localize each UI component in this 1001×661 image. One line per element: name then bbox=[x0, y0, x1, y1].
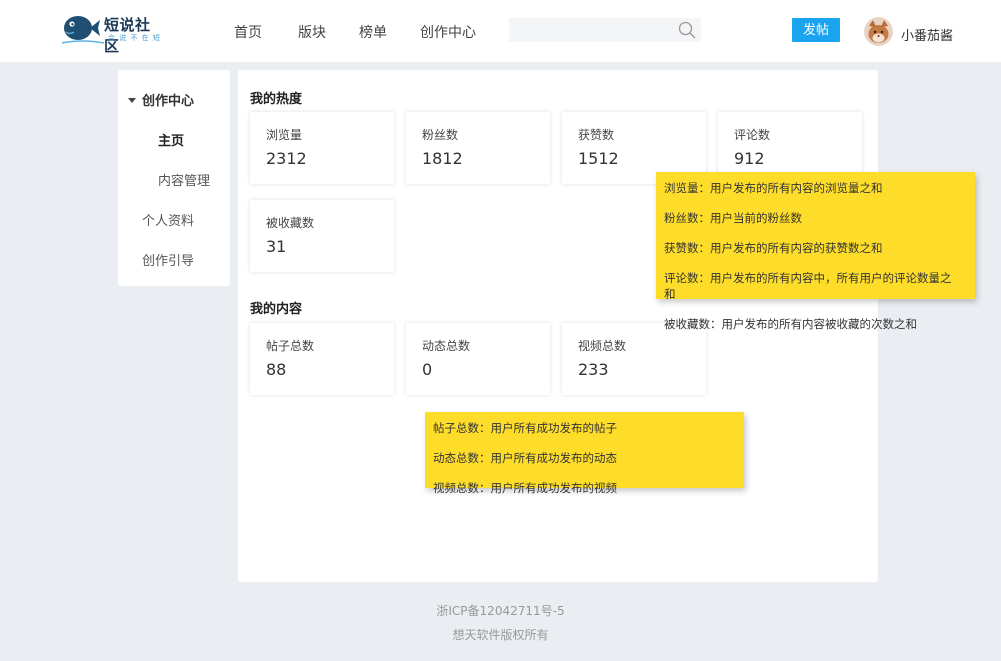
card-value: 1812 bbox=[422, 149, 463, 168]
sidebar-item-content-management[interactable]: 内容管理 bbox=[158, 170, 210, 189]
stat-card-views: 浏览量 2312 bbox=[250, 112, 394, 184]
note-line: 获赞数：用户发布的所有内容的获赞数之和 bbox=[664, 241, 883, 255]
search-input[interactable] bbox=[509, 18, 674, 42]
user-avatar-icon bbox=[864, 17, 893, 46]
content-section-title: 我的内容 bbox=[250, 302, 303, 317]
note-line: 被收藏数：用户发布的所有内容被收藏的次数之和 bbox=[664, 317, 917, 331]
note-line: 视频总数：用户所有成功发布的视频 bbox=[433, 481, 617, 495]
footer-copyright: 想天软件版权所有 bbox=[452, 628, 549, 642]
stat-card-posts: 帖子总数 88 bbox=[250, 323, 394, 395]
stat-card-fans: 粉丝数 1812 bbox=[406, 112, 550, 184]
card-value: 31 bbox=[266, 237, 287, 256]
note-line: 动态总数：用户所有成功发布的动态 bbox=[433, 451, 617, 465]
card-value: 1512 bbox=[578, 149, 619, 168]
sidebar-item-profile[interactable]: 个人资料 bbox=[142, 210, 194, 229]
site-logo[interactable]: 短说社区 会 说 不 在 短 bbox=[60, 12, 161, 55]
nav-rankings[interactable]: 榜单 bbox=[359, 22, 387, 42]
stat-card-favorites: 被收藏数 31 bbox=[250, 200, 394, 272]
card-label: 评论数 bbox=[734, 128, 771, 142]
stat-card-videos: 视频总数 233 bbox=[562, 323, 706, 395]
card-label: 被收藏数 bbox=[266, 216, 315, 230]
footer-icp[interactable]: 浙ICP备12042711号-5 bbox=[0, 602, 1001, 619]
card-label: 帖子总数 bbox=[266, 339, 315, 353]
note-line: 浏览量：用户发布的所有内容的浏览量之和 bbox=[664, 181, 883, 195]
card-label: 获赞数 bbox=[578, 128, 615, 142]
sidebar-group-creator-center[interactable]: 创作中心 bbox=[128, 90, 194, 109]
logo-subtitle: 会 说 不 在 短 bbox=[108, 34, 161, 42]
card-label: 动态总数 bbox=[422, 339, 471, 353]
top-header: 短说社区 会 说 不 在 短 首页 版块 榜单 创作中心 发帖 小番茄酱 bbox=[0, 0, 1001, 62]
sidebar-item-home[interactable]: 主页 bbox=[158, 130, 184, 149]
card-value: 88 bbox=[266, 360, 287, 379]
post-button[interactable]: 发帖 bbox=[792, 18, 840, 42]
stat-card-moments: 动态总数 0 bbox=[406, 323, 550, 395]
card-value: 233 bbox=[578, 360, 609, 379]
nav-home[interactable]: 首页 bbox=[234, 22, 262, 42]
card-value: 0 bbox=[422, 360, 433, 379]
note-line: 评论数：用户发布的所有内容中，所有用户的评论数量之 bbox=[664, 271, 952, 285]
card-label: 浏览量 bbox=[266, 128, 303, 142]
note-line: 粉丝数：用户当前的粉丝数 bbox=[664, 211, 802, 225]
heat-section-title: 我的热度 bbox=[250, 92, 303, 107]
sidebar-item-creator-guide[interactable]: 创作引导 bbox=[142, 250, 194, 269]
card-label: 视频总数 bbox=[578, 339, 627, 353]
search-box bbox=[509, 18, 701, 42]
username[interactable]: 小番茄酱 bbox=[901, 25, 953, 44]
search-icon[interactable] bbox=[678, 21, 696, 39]
nav-boards[interactable]: 版块 bbox=[298, 22, 326, 42]
note-line: 帖子总数：用户所有成功发布的帖子 bbox=[433, 421, 617, 435]
card-value: 2312 bbox=[266, 149, 307, 168]
avatar[interactable] bbox=[864, 17, 893, 46]
sidebar-group-label: 创作中心 bbox=[142, 94, 195, 109]
card-value: 912 bbox=[734, 149, 765, 168]
note-line: 和 bbox=[664, 287, 676, 301]
sidebar: 创作中心 主页 内容管理 个人资料 创作引导 bbox=[118, 70, 230, 286]
fish-logo-icon bbox=[61, 16, 104, 44]
card-label: 粉丝数 bbox=[422, 128, 459, 142]
caret-down-icon bbox=[128, 98, 136, 103]
nav-creator-center[interactable]: 创作中心 bbox=[420, 22, 476, 42]
